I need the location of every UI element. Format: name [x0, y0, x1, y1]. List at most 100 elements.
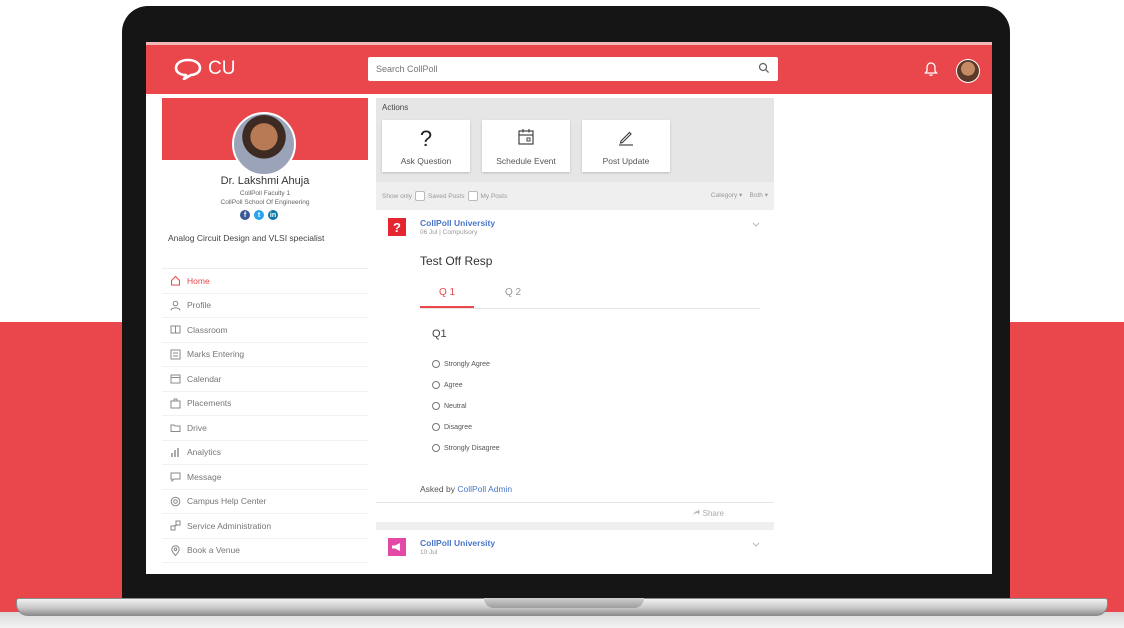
help-icon [170, 496, 181, 507]
calendar-icon [170, 374, 181, 384]
book-icon [170, 325, 181, 334]
radio-button[interactable] [432, 360, 440, 368]
sidebar-item-calendar[interactable]: Calendar [162, 367, 368, 392]
sidebar-item-label: Message [187, 471, 222, 482]
share-icon [693, 509, 701, 515]
calendar-icon [518, 129, 534, 145]
both-dropdown[interactable]: Both ▾ [750, 192, 768, 199]
sidebar-item-analytics[interactable]: Analytics [162, 441, 368, 465]
logo-text: CU [208, 58, 236, 79]
profile-bio: Analog Circuit Design and VLSI specialis… [168, 233, 325, 243]
radio-button[interactable] [432, 444, 440, 452]
social-links: f t in [240, 210, 278, 220]
sidebar-item-home[interactable]: Home [162, 269, 368, 294]
sidebar-item-label: Analytics [187, 447, 222, 458]
message-icon [170, 472, 181, 483]
home-icon [171, 276, 180, 286]
search-input[interactable] [368, 57, 754, 81]
profile-role: CollPoll Faculty 1 [239, 190, 291, 197]
sidebar-item-label: Home [187, 275, 210, 286]
sidebar: Dr. Lakshmi Ahuja CollPoll Faculty 1 Col… [162, 98, 368, 574]
sidebar-item-label: Book a Venue [187, 545, 240, 556]
post-date: 10 Jul [420, 549, 438, 556]
option-label: Disagree [444, 423, 473, 431]
my-posts-checkbox[interactable] [467, 191, 478, 201]
marks-icon [170, 349, 181, 360]
twitter-icon[interactable]: t [254, 210, 264, 220]
sidebar-item-drive[interactable]: Drive [162, 416, 368, 441]
ask-question-button[interactable]: ? Ask Question [382, 120, 470, 172]
saved-posts-label: Saved Posts [428, 192, 465, 200]
post-title: Test Off Resp [420, 254, 493, 268]
user-avatar[interactable] [956, 59, 980, 83]
speech-bubble-logo-icon [174, 58, 202, 80]
sidebar-item-label: Service Administration [187, 520, 272, 531]
chevron-down-icon[interactable] [752, 222, 760, 228]
feed-post: ? CollPoll University 06 Jul | Compulsor… [376, 210, 774, 522]
location-icon [171, 545, 180, 556]
sidebar-item-profile[interactable]: Profile [162, 294, 368, 318]
option-label: Strongly Agree [444, 360, 490, 368]
profile-name: Dr. Lakshmi Ahuja [220, 175, 310, 187]
linkedin-icon[interactable]: in [268, 210, 278, 220]
app-logo[interactable]: CU [174, 58, 235, 80]
search-box[interactable] [368, 57, 778, 81]
my-posts-label: My Posts [480, 192, 508, 200]
ask-question-label: Ask Question [400, 156, 452, 166]
tab-q2[interactable]: Q 2 [486, 284, 540, 308]
sidebar-item-message[interactable]: Message [162, 465, 368, 490]
schedule-event-button[interactable]: Schedule Event [482, 120, 570, 172]
top-navigation-bar: CU [146, 42, 992, 94]
post-author[interactable]: CollPoll University [420, 538, 495, 548]
option-agree[interactable]: Agree [432, 381, 463, 389]
sidebar-item-campus-help-center[interactable]: Campus Help Center [162, 490, 368, 514]
question-icon: ? [388, 218, 406, 236]
radio-button[interactable] [432, 381, 440, 389]
pencil-icon [619, 131, 633, 146]
user-icon [170, 300, 181, 311]
asked-by-link[interactable]: CollPoll Admin [457, 484, 512, 494]
post-update-label: Post Update [602, 156, 650, 166]
category-dropdown[interactable]: Category ▾ [711, 192, 742, 199]
radio-button[interactable] [432, 423, 440, 431]
megaphone-icon [388, 538, 406, 556]
sidebar-item-label: Calendar [187, 373, 222, 384]
actions-title: Actions [382, 103, 409, 112]
service-icon [170, 520, 181, 531]
post-footer: Share [376, 502, 774, 523]
sidebar-item-book-a-venue[interactable]: Book a Venue [162, 539, 368, 563]
option-disagree[interactable]: Disagree [432, 423, 472, 431]
post-author[interactable]: CollPoll University [420, 218, 495, 228]
sidebar-item-label: Marks Entering [187, 349, 245, 360]
sidebar-item-marks-entering[interactable]: Marks Entering [162, 343, 368, 367]
question-tabs: Q 1 Q 2 [420, 284, 760, 309]
share-button[interactable]: Share [692, 508, 724, 518]
filter-bar: Show only Saved Posts My Posts Category … [376, 182, 774, 208]
sidebar-item-service-administration[interactable]: Service Administration [162, 514, 368, 539]
sidebar-item-label: Drive [187, 422, 207, 433]
tab-q1[interactable]: Q 1 [420, 284, 474, 308]
main-feed: Actions ? Ask Question Schedule Event Po… [376, 98, 774, 574]
schedule-event-label: Schedule Event [496, 156, 556, 166]
radio-button[interactable] [432, 402, 440, 410]
analytics-icon [171, 447, 179, 457]
saved-posts-checkbox[interactable] [415, 191, 425, 201]
share-label: Share [702, 509, 724, 518]
bell-icon[interactable] [924, 61, 938, 77]
right-panel [774, 98, 992, 574]
search-icon[interactable] [758, 62, 770, 74]
chevron-down-icon[interactable] [752, 542, 760, 548]
post-date: 06 Jul | Compulsory [420, 229, 478, 236]
sidebar-item-placements[interactable]: Placements [162, 392, 368, 416]
option-strongly-disagree[interactable]: Strongly Disagree [432, 444, 500, 452]
option-label: Agree [444, 381, 463, 389]
asked-by: Asked by CollPoll Admin [420, 484, 512, 494]
post-update-button[interactable]: Post Update [582, 120, 670, 172]
sidebar-item-label: Placements [187, 398, 232, 409]
option-strongly-agree[interactable]: Strongly Agree [432, 360, 490, 368]
option-label: Strongly Disagree [444, 444, 500, 452]
sidebar-item-classroom[interactable]: Classroom [162, 318, 368, 343]
profile-photo[interactable] [232, 112, 296, 176]
option-neutral[interactable]: Neutral [432, 402, 467, 410]
facebook-icon[interactable]: f [240, 210, 250, 220]
